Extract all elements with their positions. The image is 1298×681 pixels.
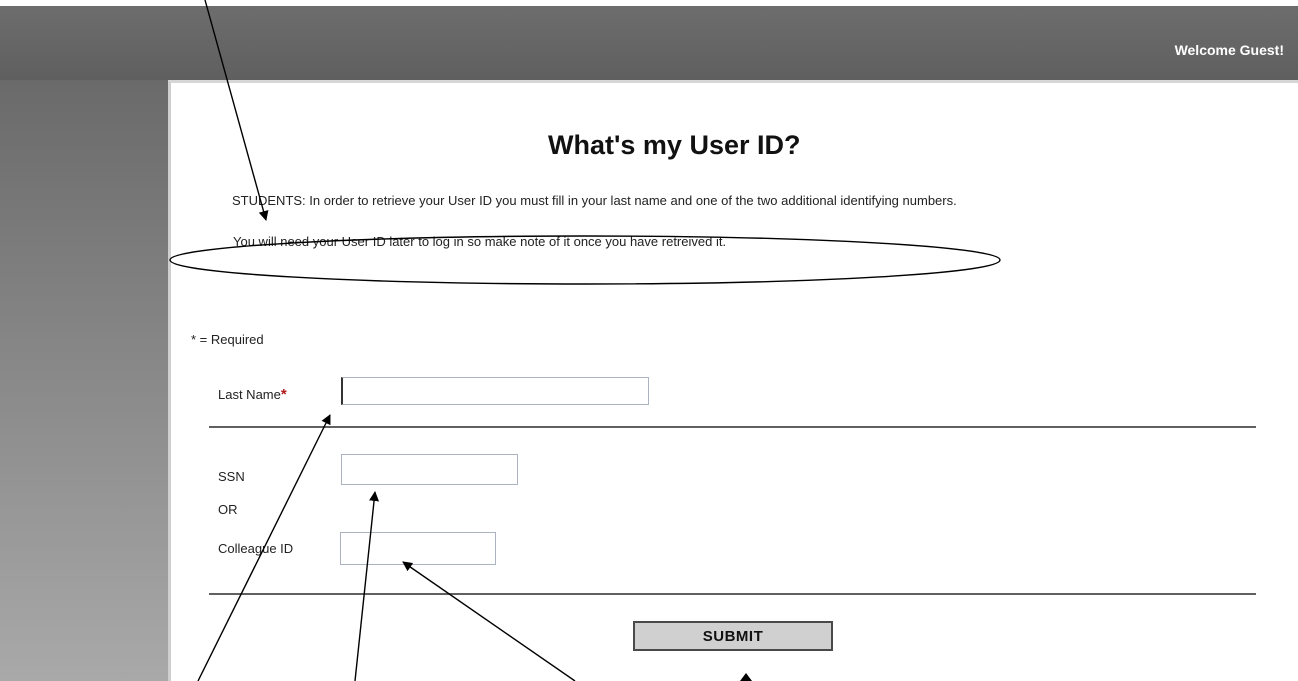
intro-text: STUDENTS: In order to retrieve your User… xyxy=(232,193,957,208)
last-name-label: Last Name* xyxy=(218,386,287,403)
left-sidebar xyxy=(0,80,168,681)
required-legend: * = Required xyxy=(191,332,264,347)
divider-top xyxy=(209,426,1256,428)
divider-bottom xyxy=(209,593,1256,595)
last-name-input[interactable] xyxy=(341,377,649,405)
page-title: What's my User ID? xyxy=(548,130,801,160)
ssn-label: SSN xyxy=(218,469,245,484)
note-text: You will need your User ID later to log … xyxy=(233,234,727,249)
main-content xyxy=(168,80,1298,681)
or-label: OR xyxy=(218,502,238,517)
submit-button[interactable]: SUBMIT xyxy=(633,621,833,651)
page-header: Welcome Guest! xyxy=(0,6,1298,80)
last-name-label-text: Last Name xyxy=(218,387,281,402)
colleague-id-input[interactable] xyxy=(340,532,496,565)
welcome-text: Welcome Guest! xyxy=(1174,42,1284,58)
ssn-input[interactable] xyxy=(341,454,518,485)
required-star: * xyxy=(280,386,287,403)
colleague-id-label: Colleague ID xyxy=(218,541,294,556)
